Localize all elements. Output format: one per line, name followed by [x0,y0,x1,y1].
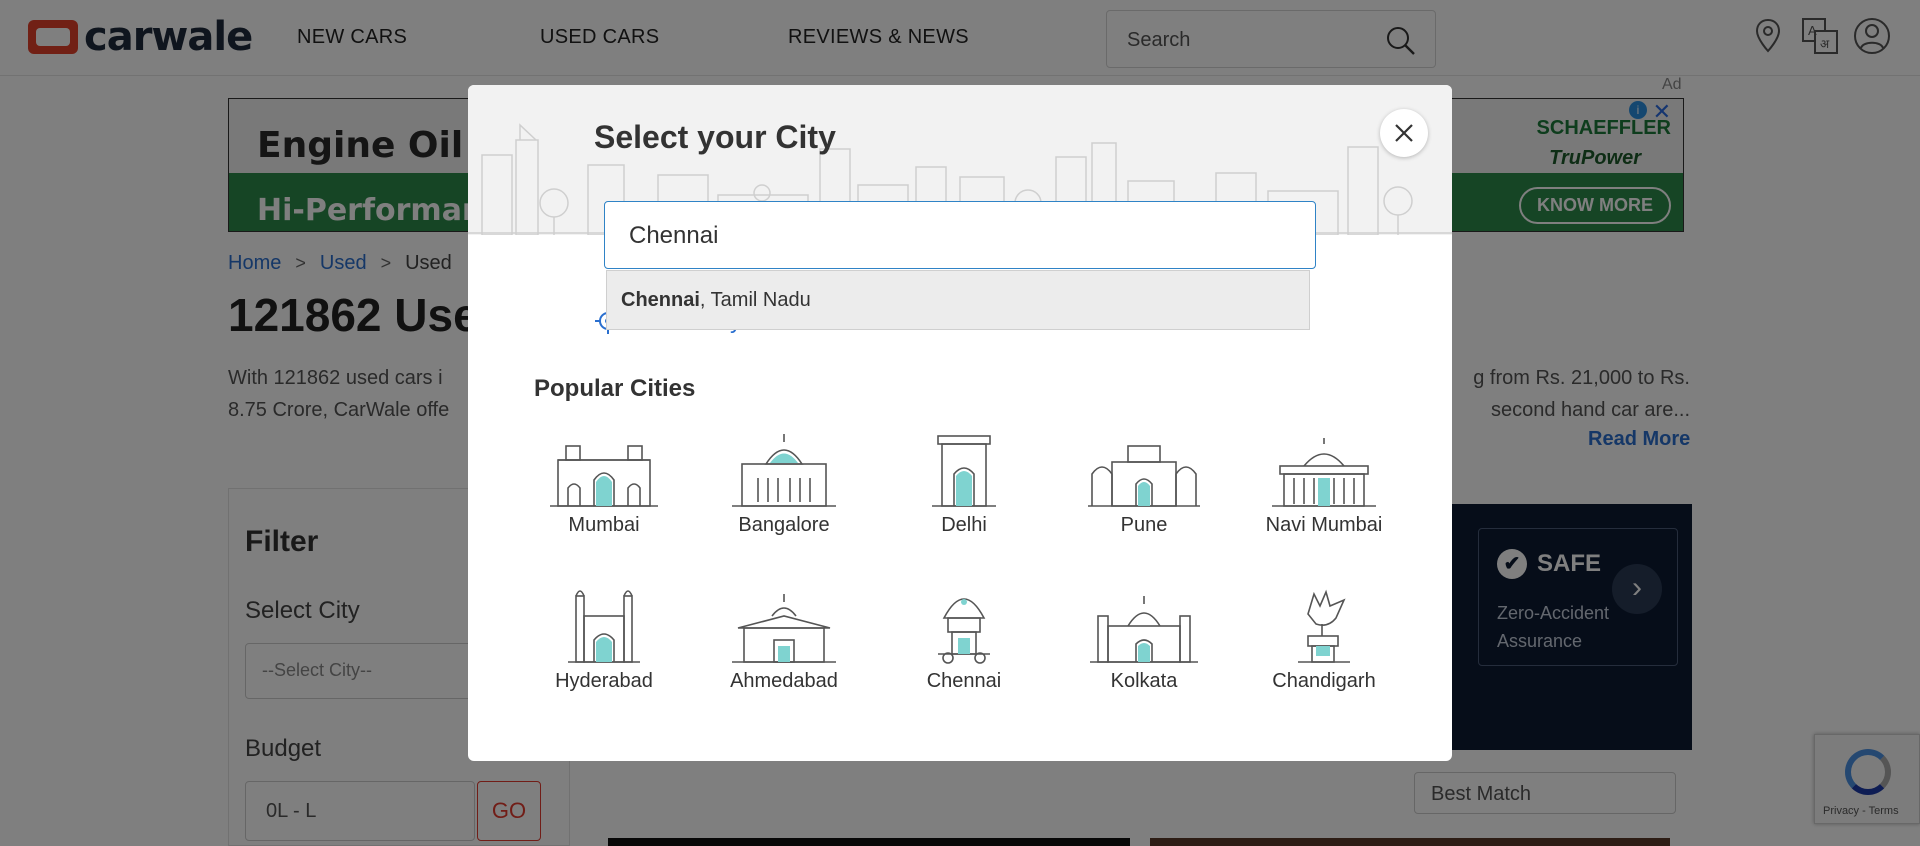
city-tile-bangalore[interactable]: Bangalore [714,430,854,560]
city-tile-delhi[interactable]: Delhi [894,430,1034,560]
city-tile-mumbai[interactable]: Mumbai [534,430,674,560]
ahmedabad-landmark-icon [732,594,836,663]
city-tile-chandigarh[interactable]: Chandigarh [1254,586,1394,716]
modal-title: Select your City [594,119,836,155]
open-hand-monument-icon [1298,589,1350,663]
city-name: Pune [1120,514,1168,536]
city-tile-ahmedabad[interactable]: Ahmedabad [714,586,854,716]
city-name: Chandigarh [1272,670,1376,692]
city-name: Hyderabad [555,670,653,692]
city-name: Bangalore [738,514,830,536]
suggestion-match: Chennai [621,289,700,311]
city-name: Mumbai [568,514,640,536]
city-search-input[interactable] [629,220,1289,252]
shaniwar-wada-icon [1088,445,1200,507]
city-search-field [604,201,1316,269]
city-name: Ahmedabad [730,670,838,692]
city-name: Kolkata [1110,670,1178,692]
city-tile-kolkata[interactable]: Kolkata [1074,586,1214,716]
vidhana-soudha-icon [732,434,836,507]
city-tile-hyderabad[interactable]: Hyderabad [534,586,674,716]
select-city-modal: Select your City Detect my location Chen… [468,85,1452,761]
city-tile-pune[interactable]: Pune [1074,430,1214,560]
city-suggestion-item[interactable]: Chennai, Tamil Nadu [606,270,1310,330]
city-name: Chennai [926,670,1002,692]
close-icon [1395,124,1413,142]
gateway-of-india-icon [550,445,658,507]
city-name: Navi Mumbai [1265,514,1383,536]
popular-cities-title: Popular Cities [534,375,696,402]
india-gate-icon [932,435,996,507]
city-tile-navi-mumbai[interactable]: Navi Mumbai [1254,430,1394,560]
close-modal-button[interactable] [1380,109,1428,157]
chennai-landmark-icon [938,598,990,664]
city-tile-chennai[interactable]: Chennai [894,586,1034,716]
city-name: Delhi [941,514,987,536]
victoria-memorial-icon [1090,596,1198,663]
suggestion-state: , Tamil Nadu [699,289,811,311]
charminar-icon [568,590,640,663]
navi-mumbai-landmark-icon [1272,438,1376,507]
